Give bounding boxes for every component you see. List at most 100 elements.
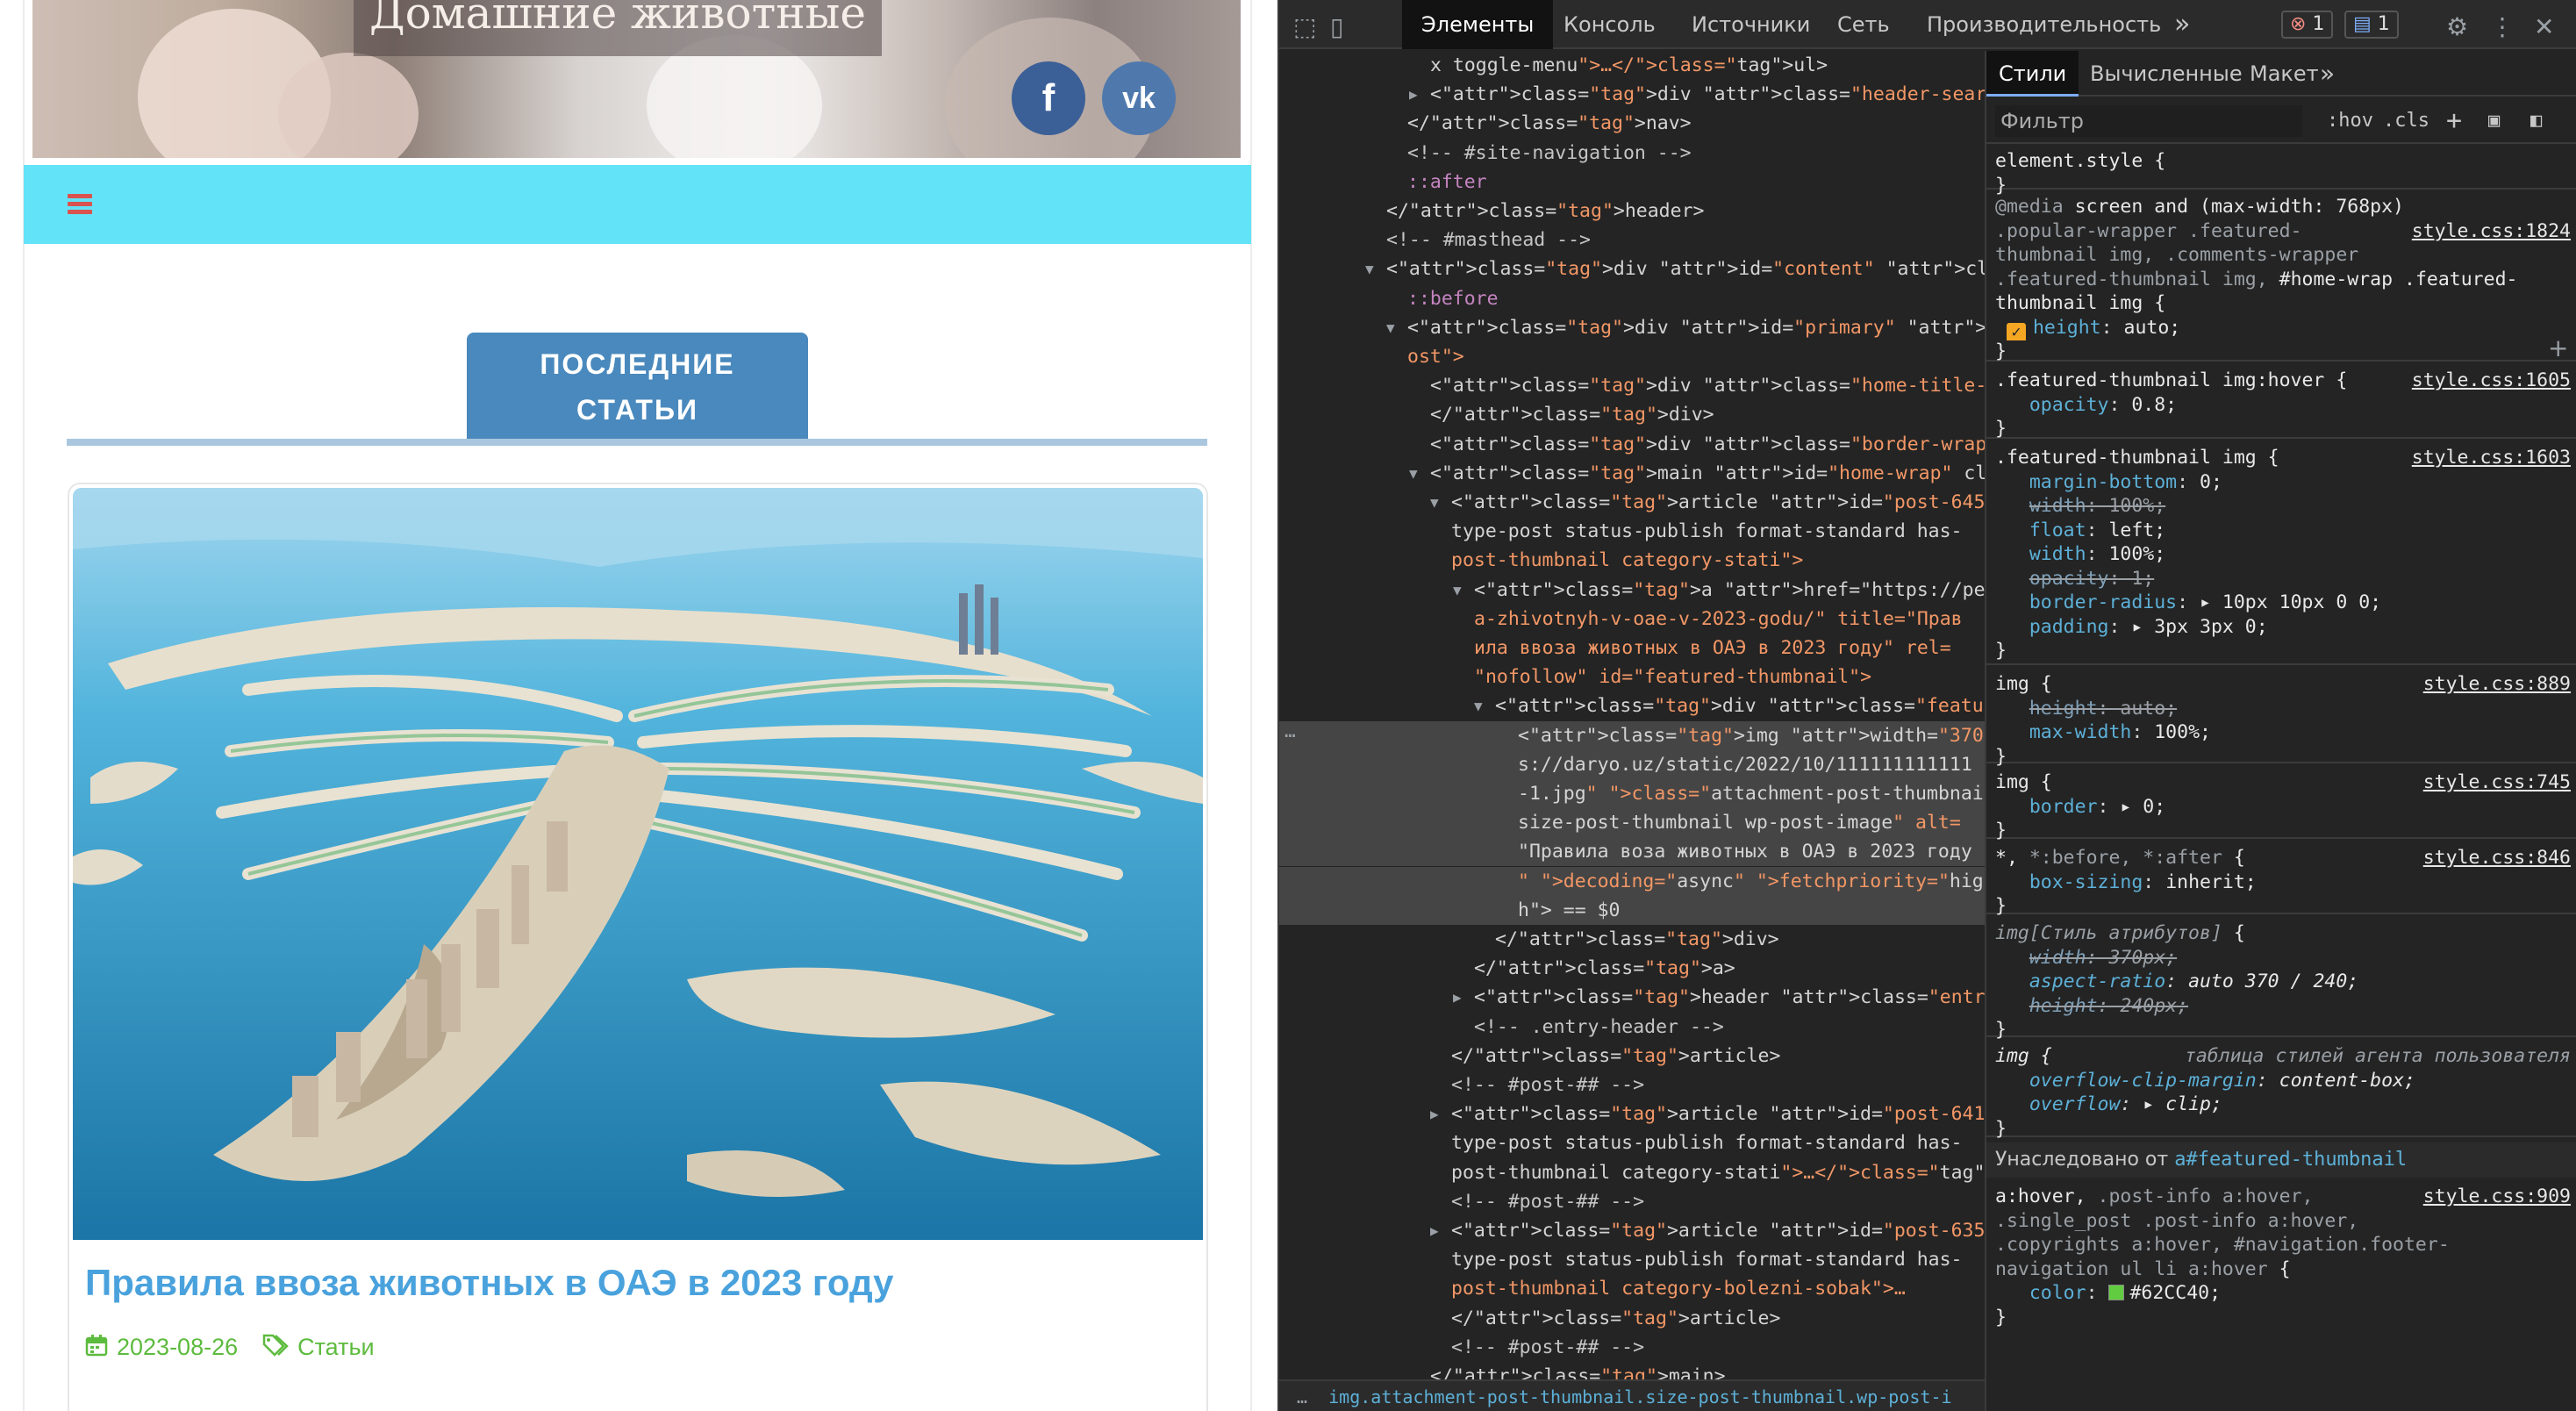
dom-node-line[interactable]: </"attr">class="tag">main> — [1279, 1362, 1985, 1379]
dom-node-line[interactable]: </"attr">class="tag">article> — [1279, 1042, 1985, 1071]
device-toolbar-icon[interactable]: ▯ — [1330, 12, 1343, 41]
tab-network[interactable]: Сеть — [1818, 0, 1909, 49]
dom-node-line[interactable]: <"attr">class="tag">div "attr">class="bo… — [1279, 430, 1985, 459]
dom-node-line[interactable]: ▼ <"attr">class="tag">div "attr">id="cont… — [1279, 254, 1985, 283]
dom-node-line[interactable]: ▶ <"attr">class="tag">article "attr">id="… — [1279, 1216, 1985, 1245]
dom-node-line[interactable]: post-thumbnail category-bolezni-sobak">… — [1279, 1274, 1985, 1303]
css-rule-line[interactable]: thumbnail img, .comments-wrapper — [1995, 243, 2574, 268]
css-rule-line[interactable]: border: ▸ 0; — [1995, 795, 2574, 820]
tab-elements[interactable]: Элементы — [1402, 0, 1554, 49]
css-rule-line[interactable]: } — [1995, 745, 2574, 770]
css-rule-line[interactable]: navigation ul li a:hover { — [1995, 1257, 2574, 1282]
css-rule-block[interactable]: a:hover, .post-info a:hover, style.css:90… — [1986, 1181, 2576, 1374]
css-rule-line[interactable]: width: 100%; — [1995, 542, 2574, 567]
css-rule-line[interactable]: } — [1995, 639, 2574, 663]
dom-node-line[interactable]: <!-- #masthead --> — [1279, 226, 1985, 254]
expand-arrow-icon[interactable]: ▼ — [1474, 691, 1483, 720]
css-rule-line[interactable]: .featured-thumbnail img {style.css:1603 — [1995, 446, 2574, 470]
css-rule-line[interactable]: thumbnail img { — [1995, 291, 2574, 316]
css-rule-block[interactable]: .featured-thumbnail img:hover {style.css… — [1986, 365, 2576, 441]
css-rule-line[interactable]: .popular-wrapper .featured-style.css:182… — [1995, 219, 2574, 244]
expand-arrow-icon[interactable]: ▶ — [1453, 983, 1462, 1012]
dom-node-line[interactable]: <"attr">class="tag">img "attr">width="37… — [1279, 720, 1985, 750]
css-rule-line[interactable]: overflow: ▸ clip; — [1995, 1092, 2574, 1117]
css-rule-line[interactable]: } — [1995, 417, 2574, 441]
css-rule-block[interactable]: img {таблица стилей агента пользователя … — [1986, 1041, 2576, 1140]
dom-node-line[interactable]: ▼ <"attr">class="tag">div "attr">id="prim… — [1279, 313, 1985, 342]
dom-node-line[interactable]: </"attr">class="tag">div> — [1279, 400, 1985, 429]
css-rule-line[interactable]: overflow-clip-margin: content-box; — [1995, 1069, 2574, 1093]
facebook-icon[interactable]: f — [1012, 61, 1085, 135]
css-rule-line[interactable]: height: 240px; — [1995, 994, 2574, 1019]
dom-node-line[interactable]: <!-- #post-## --> — [1279, 1333, 1985, 1362]
css-rule-line[interactable]: *, *:before, *:after {style.css:846 — [1995, 846, 2574, 870]
add-property-plus-icon[interactable]: + — [2548, 333, 2568, 362]
breadcrumb-more[interactable]: … — [1297, 1386, 1328, 1407]
dom-node-line[interactable]: ▼ <"attr">class="tag">main "attr">id="hom… — [1279, 459, 1985, 488]
css-rule-block[interactable]: element.style {} — [1986, 146, 2576, 197]
expand-arrow-icon[interactable]: ▼ — [1409, 459, 1418, 488]
dom-node-line[interactable]: type-post status-publish format-standard… — [1279, 1245, 1985, 1274]
css-rule-line[interactable]: .featured-thumbnail img, #home-wrap .fea… — [1995, 268, 2574, 292]
post-title-link[interactable]: Правила ввоза животных в ОАЭ в 2023 году — [85, 1262, 894, 1304]
filter-input[interactable]: Фильтр — [1995, 105, 2302, 137]
css-rule-block[interactable]: @media screen and (max-width: 768px) .pop… — [1986, 191, 2576, 362]
dom-node-line[interactable]: </"attr">class="tag">div> — [1279, 925, 1985, 954]
css-rule-block[interactable]: .featured-thumbnail img {style.css:1603 … — [1986, 442, 2576, 665]
expand-arrow-icon[interactable]: ▼ — [1430, 488, 1439, 517]
dom-node-line[interactable]: ▼ <"attr">class="tag">a "attr">href="http… — [1279, 576, 1985, 605]
hamburger-menu-icon[interactable] — [68, 194, 92, 215]
vk-icon[interactable]: vk — [1102, 61, 1176, 135]
dom-node-line[interactable]: <!-- #site-navigation --> — [1279, 139, 1985, 168]
css-rule-line[interactable]: .featured-thumbnail img:hover {style.css… — [1995, 369, 2574, 393]
dom-node-line[interactable]: ▶ <"attr">class="tag">div "attr">class="h… — [1279, 80, 1985, 109]
dom-node-line[interactable]: ▶ <"attr">class="tag">header "attr">class… — [1279, 983, 1985, 1012]
dom-node-line[interactable]: <!-- #post-## --> — [1279, 1071, 1985, 1099]
expand-arrow-icon[interactable]: ▼ — [1386, 313, 1395, 342]
post-category-link[interactable]: Статьи — [297, 1334, 375, 1360]
more-tabs-icon[interactable]: » — [2155, 0, 2209, 49]
tab-computed[interactable]: Вычисленные — [2078, 51, 2255, 97]
dom-node-line[interactable]: "Правила воза животных в ОАЭ в 2023 году — [1279, 837, 1985, 867]
kebab-menu-icon[interactable]: ⋮ — [2490, 12, 2515, 41]
css-rule-line[interactable]: aspect-ratio: auto 370 / 240; — [1995, 970, 2574, 994]
errors-badge[interactable]: ⊗ 1 — [2281, 11, 2334, 39]
cls-button[interactable]: .cls — [2383, 105, 2429, 137]
css-rule-block[interactable]: img {style.css:745 border: ▸ 0;} — [1986, 767, 2576, 842]
css-rule-line[interactable]: img {style.css:889 — [1995, 672, 2574, 697]
dom-node-line[interactable]: ::before — [1279, 284, 1985, 313]
toggle-sidebar-icon[interactable]: ◧ — [2530, 105, 2542, 137]
dom-node-line[interactable]: type-post status-publish format-standard… — [1279, 1128, 1985, 1157]
expand-arrow-icon[interactable]: ▶ — [1430, 1216, 1439, 1245]
dom-node-line[interactable]: <"attr">class="tag">div "attr">class="ho… — [1279, 371, 1985, 400]
css-rule-line[interactable]: @media screen and (max-width: 768px) — [1995, 195, 2574, 219]
css-rule-line[interactable]: height: auto; — [1995, 697, 2574, 721]
dom-node-line[interactable]: <!-- .entry-header --> — [1279, 1013, 1985, 1042]
css-rule-line[interactable]: } — [1995, 1306, 2574, 1330]
messages-badge[interactable]: ▤ 1 — [2344, 11, 2399, 39]
css-rule-line[interactable]: img {style.css:745 — [1995, 770, 2574, 795]
css-rule-line[interactable]: } — [1995, 819, 2574, 843]
dom-node-line[interactable]: a-zhivotnyh-v-oae-v-2023-godu/" title="П… — [1279, 605, 1985, 634]
breadcrumb-text[interactable]: img.attachment-post-thumbnail.size-post-… — [1328, 1386, 1951, 1407]
dom-node-line[interactable]: ила ввоза животных в ОАЭ в 2023 году" re… — [1279, 634, 1985, 663]
css-rule-line[interactable]: color: #62CC40; — [1995, 1281, 2574, 1306]
css-rule-line[interactable]: } — [1995, 1117, 2574, 1142]
css-rule-line[interactable]: width: 100%; — [1995, 494, 2574, 519]
dom-node-line[interactable]: ▶ <"attr">class="tag">article "attr">id="… — [1279, 1099, 1985, 1128]
post-thumbnail[interactable] — [73, 488, 1203, 1240]
css-rule-line[interactable]: img[Стиль атрибутов] { — [1995, 921, 2574, 946]
dom-node-line[interactable]: ▼ <"attr">class="tag">div "attr">class="f… — [1279, 691, 1985, 720]
css-rule-block[interactable]: img {style.css:889 height: auto; max-wid… — [1986, 669, 2576, 768]
css-rule-block[interactable]: img[Стиль атрибутов] { width: 370px; asp… — [1986, 918, 2576, 1041]
dom-node-line[interactable]: </"attr">class="tag">article> — [1279, 1304, 1985, 1333]
dom-node-line[interactable]: -1.jpg" ">class="attachment-post-thumbna… — [1279, 779, 1985, 808]
expand-arrow-icon[interactable]: ▼ — [1453, 576, 1462, 605]
expand-arrow-icon[interactable]: ▼ — [1365, 254, 1374, 283]
dom-node-line[interactable]: "nofollow" id="featured-thumbnail"> — [1279, 663, 1985, 691]
dom-node-line[interactable]: ost"> — [1279, 342, 1985, 371]
dom-breadcrumb[interactable]: … img.attachment-post-thumbnail.size-pos… — [1279, 1379, 1985, 1411]
css-rule-line[interactable]: } — [1995, 340, 2574, 364]
css-rule-line[interactable]: img {таблица стилей агента пользователя — [1995, 1044, 2574, 1069]
expand-arrow-icon[interactable]: ▶ — [1409, 80, 1418, 109]
